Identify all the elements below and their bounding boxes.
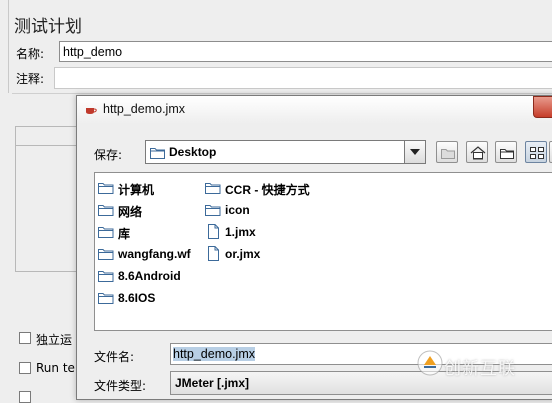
folder-icon <box>98 183 114 194</box>
file-name: 计算机 <box>118 183 155 197</box>
file-icon <box>208 246 219 261</box>
file-name: 网络 <box>118 205 143 219</box>
name-field[interactable]: http_demo <box>59 41 552 62</box>
save-in-label: 保存: <box>94 148 123 162</box>
name-label: 名称: <box>16 47 45 61</box>
folder-icon <box>98 293 114 304</box>
file-name: 8.6Android <box>118 269 181 283</box>
folder-icon <box>98 227 114 238</box>
dialog-titlebar[interactable]: http_demo.jmx <box>77 96 552 124</box>
file-icon <box>208 224 219 239</box>
home-icon <box>470 146 486 160</box>
folder-icon <box>98 249 114 260</box>
list-view-button[interactable] <box>525 141 547 163</box>
folder-icon <box>150 148 165 159</box>
folder-icon <box>205 205 221 216</box>
filetype-value: JMeter [.jmx] <box>175 376 250 390</box>
run-teardown-label: Run te <box>36 361 75 375</box>
independent-run-checkbox[interactable] <box>19 332 31 344</box>
file-name: or.jmx <box>225 247 261 261</box>
filename-label: 文件名: <box>94 350 135 364</box>
independent-run-label: 独立运 <box>36 333 73 347</box>
filename-value: http_demo.jmx <box>173 347 255 361</box>
file-name: wangfang.wf <box>118 247 191 261</box>
variables-table-header <box>15 126 79 146</box>
run-teardown-checkbox[interactable] <box>19 362 31 374</box>
file-name: 8.6IOS <box>118 291 156 305</box>
panel-border <box>8 0 9 93</box>
list-view-icon <box>530 147 544 159</box>
watermark-logo-icon <box>417 350 443 376</box>
new-folder-icon <box>500 149 514 159</box>
up-folder-icon <box>441 149 455 159</box>
file-list: 计算机 网络 库 wangfang.wf 8.6Android 8.6IOS C… <box>94 172 552 331</box>
file-name: CCR - 快捷方式 <box>225 183 310 197</box>
folder-icon <box>205 183 221 194</box>
watermark: 创新互联 <box>410 345 552 385</box>
location-value: Desktop <box>169 145 217 159</box>
page-title: 测试计划 <box>14 17 82 37</box>
functional-mode-checkbox[interactable] <box>19 391 31 403</box>
variables-table <box>15 126 79 272</box>
comment-label: 注释: <box>16 72 45 86</box>
java-cup-icon <box>86 108 97 114</box>
file-name: icon <box>225 203 250 217</box>
home-button[interactable] <box>466 141 488 163</box>
dialog-title: http_demo.jmx <box>103 102 185 116</box>
close-button[interactable] <box>533 96 552 118</box>
folder-icon <box>98 271 114 282</box>
comment-field[interactable] <box>54 67 552 89</box>
divider <box>12 93 552 94</box>
file-name: 1.jmx <box>225 225 256 239</box>
up-folder-button[interactable] <box>436 141 458 163</box>
location-dropdown[interactable]: Desktop <box>145 140 426 164</box>
filetype-label: 文件类型: <box>94 379 147 393</box>
watermark-text: 创新互联 <box>444 359 516 379</box>
folder-icon <box>98 205 114 216</box>
file-name: 库 <box>118 227 131 241</box>
chevron-down-icon <box>410 149 420 155</box>
location-dropdown-button[interactable] <box>404 140 426 164</box>
new-folder-button[interactable] <box>495 141 517 163</box>
